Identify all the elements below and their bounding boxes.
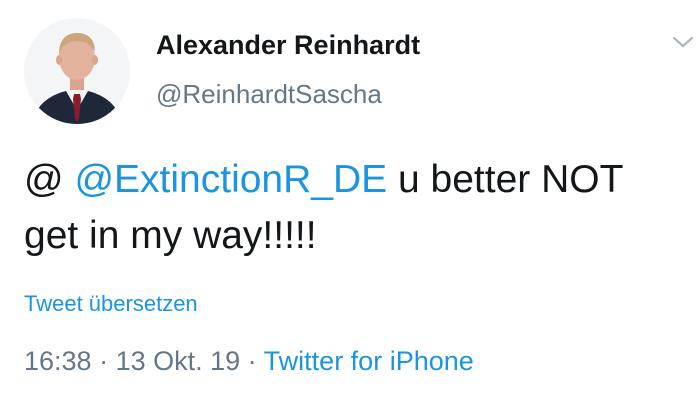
tweet-line-2: get in my way!!!!! (24, 214, 317, 257)
tweet-line-1-rest: u better NOT (387, 158, 624, 201)
tweet-time: 16:38 (24, 346, 92, 376)
author-handle[interactable]: @ReinhardtSascha (156, 79, 382, 110)
tweet-prefix: @ (24, 158, 75, 201)
avatar[interactable] (24, 18, 130, 124)
mention-link[interactable]: @ExtinctionR_DE (74, 158, 387, 201)
chevron-down-icon[interactable] (672, 34, 694, 50)
tweet-line-1: @ @ExtinctionR_DE u better NOT (24, 152, 684, 208)
meta-separator: · (240, 346, 264, 376)
tweet-date: 13 Okt. 19 (115, 346, 241, 376)
translate-tweet-link[interactable]: Tweet übersetzen (24, 291, 198, 317)
tweet-source-link[interactable]: Twitter for iPhone (264, 346, 474, 376)
meta-separator: · (91, 346, 116, 376)
author-name[interactable]: Alexander Reinhardt (156, 30, 420, 61)
tweet-meta: 16:38 · 13 Okt. 19 · Twitter for iPhone (24, 346, 474, 377)
tweet-text: @ @ExtinctionR_DE u better NOT get in my… (24, 152, 684, 264)
